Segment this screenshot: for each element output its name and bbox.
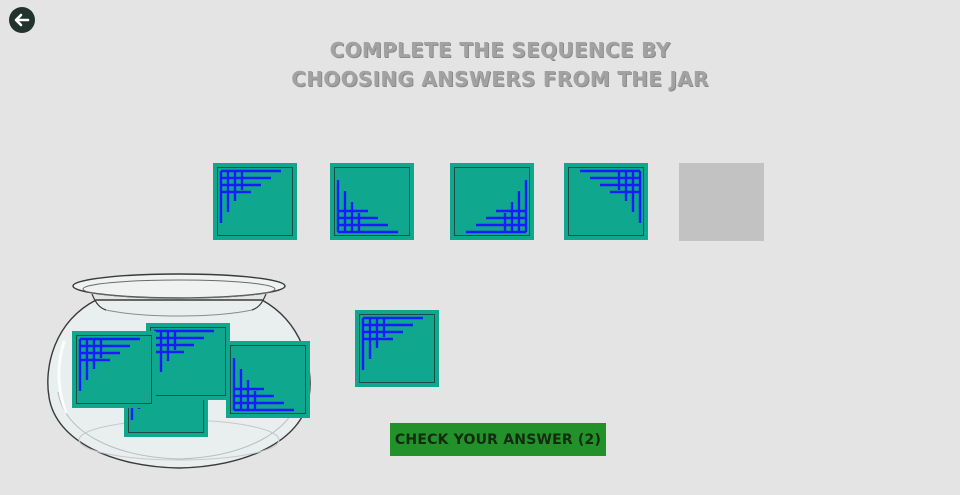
title-line-1: COMPLETE THE SEQUENCE BY: [329, 38, 671, 62]
selected-answer-tile[interactable]: [355, 310, 439, 387]
back-button[interactable]: [9, 7, 35, 33]
sequence-tile-3: [450, 163, 534, 240]
jar-tile[interactable]: [226, 341, 310, 418]
arrow-left-icon: [14, 13, 30, 27]
jar-tile[interactable]: [146, 323, 230, 400]
check-answer-button[interactable]: CHECK YOUR ANSWER (2): [390, 423, 606, 456]
title-line-2: CHOOSING ANSWERS FROM THE JAR: [291, 67, 709, 91]
answer-slot[interactable]: [679, 163, 764, 241]
sequence-tile-2: [330, 163, 414, 240]
sequence-tile-4: [564, 163, 648, 240]
instruction-title: COMPLETE THE SEQUENCE BY CHOOSING ANSWER…: [250, 36, 750, 94]
jar-tile[interactable]: [72, 331, 156, 408]
sequence-tile-1: [213, 163, 297, 240]
